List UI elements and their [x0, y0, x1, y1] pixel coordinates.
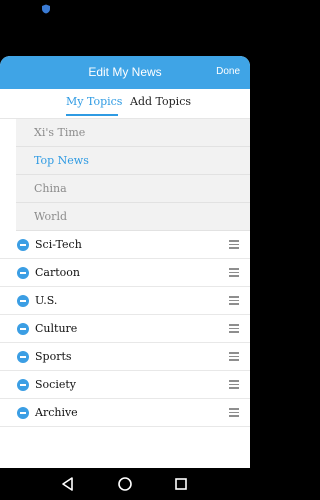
recents-square-icon[interactable]	[172, 475, 190, 493]
topic-row-cartoon: Cartoon	[0, 259, 250, 287]
drag-handle-icon[interactable]	[229, 324, 239, 333]
fixed-topics-list: Xi's Time Top News China World	[16, 119, 250, 231]
topic-row-culture: Culture	[0, 315, 250, 343]
drag-handle-icon[interactable]	[229, 268, 239, 277]
drag-handle-icon[interactable]	[229, 380, 239, 389]
header-bar: Edit My News Done	[0, 56, 250, 89]
minus-circle-icon[interactable]	[17, 351, 29, 363]
topic-label: China	[34, 182, 67, 195]
done-button[interactable]: Done	[216, 66, 240, 77]
list-item[interactable]: Top News	[16, 147, 250, 175]
system-nav-bar	[0, 468, 250, 500]
topic-row-sci-tech: Sci-Tech	[0, 231, 250, 259]
topic-row-archive: Archive	[0, 399, 250, 427]
list-item[interactable]: World	[16, 203, 250, 231]
topic-label: Archive	[35, 406, 78, 419]
drag-handle-icon[interactable]	[229, 408, 239, 417]
topic-label: Sci-Tech	[35, 238, 82, 251]
minus-circle-icon[interactable]	[17, 239, 29, 251]
topic-row-sports: Sports	[0, 343, 250, 371]
topic-row-society: Society	[0, 371, 250, 399]
topic-label: Cartoon	[35, 266, 80, 279]
drag-handle-icon[interactable]	[229, 296, 239, 305]
edit-news-sheet: Edit My News Done My Topics Add Topics X…	[0, 56, 250, 468]
list-item[interactable]: Xi's Time	[16, 119, 250, 147]
topic-label: World	[34, 210, 67, 223]
status-bar	[0, 0, 250, 24]
topic-row-us: U.S.	[0, 287, 250, 315]
overlay-background	[0, 24, 250, 56]
divider	[0, 426, 250, 427]
minus-circle-icon[interactable]	[17, 267, 29, 279]
page-title: Edit My News	[88, 65, 162, 79]
tab-add-topics[interactable]: Add Topics	[130, 95, 191, 108]
home-circle-icon[interactable]	[116, 475, 134, 493]
minus-circle-icon[interactable]	[17, 295, 29, 307]
list-item[interactable]: China	[16, 175, 250, 203]
topic-label: Xi's Time	[34, 126, 86, 139]
topic-tabs: My Topics Add Topics	[0, 89, 250, 119]
back-triangle-icon[interactable]	[59, 475, 77, 493]
minus-circle-icon[interactable]	[17, 379, 29, 391]
minus-circle-icon[interactable]	[17, 407, 29, 419]
topic-label: U.S.	[35, 294, 58, 307]
drag-handle-icon[interactable]	[229, 352, 239, 361]
topic-label: Sports	[35, 350, 72, 363]
shield-icon	[42, 4, 50, 14]
minus-circle-icon[interactable]	[17, 323, 29, 335]
topic-label: Society	[35, 378, 76, 391]
active-tab-indicator	[66, 114, 118, 116]
topic-label: Top News	[34, 154, 89, 167]
tab-my-topics[interactable]: My Topics	[66, 95, 122, 108]
topic-label: Culture	[35, 322, 78, 335]
drag-handle-icon[interactable]	[229, 240, 239, 249]
